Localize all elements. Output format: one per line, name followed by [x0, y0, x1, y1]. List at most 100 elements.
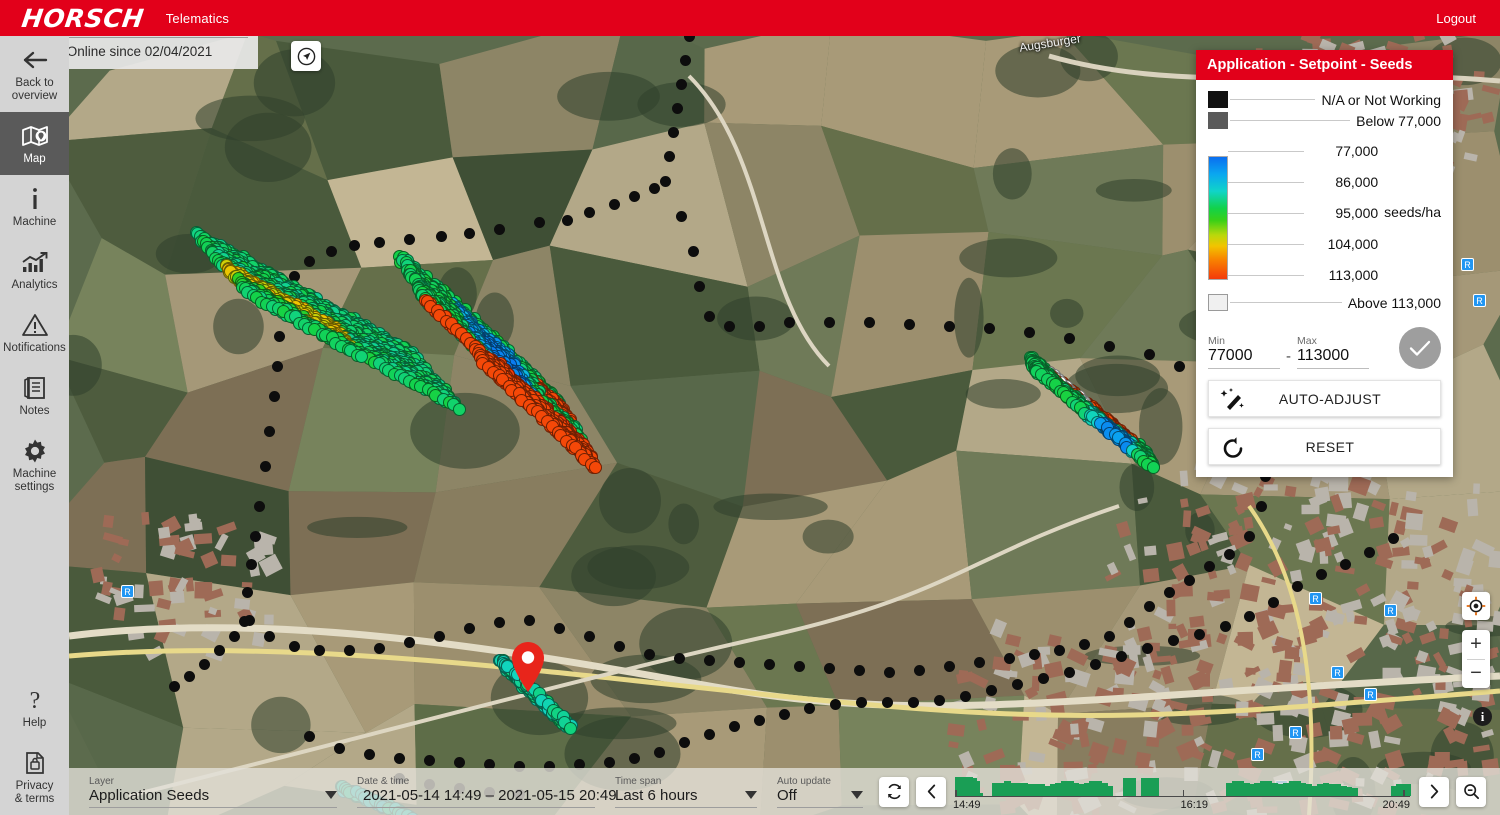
locate-me-button[interactable] — [1462, 592, 1490, 620]
sidebar-label-machine-settings: Machine settings — [12, 468, 57, 493]
sidebar-item-machine-settings[interactable]: Machine settings — [0, 427, 69, 503]
autoupdate-row[interactable]: Off — [777, 787, 863, 804]
min-field[interactable]: Min 77000 — [1208, 335, 1280, 369]
timeline-zoom-out-button[interactable] — [1456, 776, 1486, 807]
max-input[interactable]: 113000 — [1297, 347, 1369, 365]
layer-row[interactable]: Application Seeds — [89, 787, 337, 804]
location-pin-icon[interactable] — [509, 641, 547, 698]
track-point — [1116, 651, 1127, 662]
timespan-row[interactable]: Last 6 hours — [615, 787, 757, 804]
track-point — [264, 426, 275, 437]
track-point — [609, 199, 620, 210]
track-point — [676, 211, 687, 222]
product-name: Telematics — [165, 10, 230, 26]
track-point — [304, 256, 315, 267]
refresh-button[interactable] — [879, 776, 909, 807]
sidebar-navigation: Back to overview Map Machine Analytics N… — [0, 36, 69, 815]
track-point — [554, 623, 565, 634]
map-info-button[interactable]: i — [1473, 707, 1492, 726]
track-point — [804, 703, 815, 714]
datetime-selector[interactable]: Date & time 2021-05-14 14:49 – 2021-05-1… — [357, 775, 617, 808]
sidebar-item-notes[interactable]: Notes — [0, 364, 69, 427]
timeline-bar — [1129, 778, 1136, 796]
track-point — [334, 743, 345, 754]
sidebar-item-notifications[interactable]: Notifications — [0, 301, 69, 364]
sidebar-item-privacy-terms[interactable]: Privacy & terms — [0, 739, 69, 815]
track-point — [654, 747, 665, 758]
track-point — [674, 653, 685, 664]
activity-timeline-chart[interactable]: 14:49 16:19 20:49 — [953, 775, 1412, 811]
track-point — [534, 217, 545, 228]
track-point — [364, 749, 375, 760]
legend-panel: Application - Setpoint - Seeds N/A or No… — [1196, 50, 1453, 477]
track-point — [704, 311, 715, 322]
legend-tick: 86,000 — [1228, 174, 1378, 190]
chevron-down-icon[interactable] — [851, 791, 863, 799]
track-point — [668, 127, 679, 138]
datetime-row[interactable]: 2021-05-14 14:49 – 2021-05-15 20:49 — [357, 787, 617, 804]
layer-selector[interactable]: Layer Application Seeds — [89, 776, 337, 808]
track-point — [1144, 601, 1155, 612]
map-poi-marker[interactable]: R — [1251, 748, 1264, 761]
timespan-underline — [615, 806, 757, 808]
sidebar-item-analytics[interactable]: Analytics — [0, 238, 69, 301]
chevron-down-icon[interactable] — [325, 791, 337, 799]
map-poi-marker[interactable]: R — [1473, 294, 1486, 307]
autoupdate-selector[interactable]: Auto update Off — [777, 776, 863, 808]
track-point — [562, 215, 573, 226]
min-underline — [1208, 368, 1280, 369]
map-poi-marker[interactable]: R — [1331, 666, 1344, 679]
logout-button[interactable]: Logout — [1436, 11, 1476, 26]
timeline-tick — [1403, 789, 1405, 797]
track-point — [242, 587, 253, 598]
track-point — [169, 681, 180, 692]
max-label: Max — [1297, 335, 1317, 347]
sidebar-item-back-to-overview[interactable]: Back to overview — [0, 36, 69, 112]
sidebar-item-map[interactable]: Map — [0, 112, 69, 175]
legend-tick-value: 104,000 — [1327, 236, 1379, 252]
map-poi-marker[interactable]: R — [1309, 592, 1322, 605]
track-point — [454, 757, 465, 768]
timeline-bar — [1350, 788, 1358, 796]
track-point — [250, 531, 261, 542]
map-poi-marker[interactable]: R — [1289, 726, 1302, 739]
timespan-selector[interactable]: Time span Last 6 hours — [615, 776, 757, 808]
sidebar-item-help[interactable]: ? Help — [0, 676, 69, 739]
chevron-down-icon[interactable] — [745, 791, 757, 799]
warning-icon — [2, 312, 67, 338]
sidebar-item-machine[interactable]: Machine — [0, 175, 69, 238]
timeline-next-button[interactable] — [1419, 776, 1449, 807]
track-point — [1194, 629, 1205, 640]
horsch-logo: HORSCH — [19, 3, 146, 33]
min-input[interactable]: 77000 — [1208, 347, 1280, 365]
map-poi-marker[interactable]: R — [121, 585, 134, 598]
max-field[interactable]: Max 113000 — [1297, 335, 1369, 369]
chevron-right-icon — [1430, 784, 1438, 799]
map-poi-marker[interactable]: R — [1461, 258, 1474, 271]
track-point — [239, 616, 250, 627]
apply-button[interactable] — [1399, 327, 1441, 369]
sidebar-label-help: Help — [22, 717, 47, 729]
track-point — [629, 191, 640, 202]
arrow-left-icon — [2, 47, 67, 73]
map-poi-marker[interactable]: R — [1364, 688, 1377, 701]
gps-locate-button[interactable] — [291, 41, 321, 71]
datetime-label: Date & time — [357, 775, 410, 787]
sidebar-label-notes: Notes — [19, 405, 50, 417]
map-poi-marker[interactable]: R — [1384, 604, 1397, 617]
track-point — [986, 685, 997, 696]
track-point — [779, 709, 790, 720]
sidebar-label-notifications: Notifications — [3, 342, 66, 354]
zoom-out-button[interactable]: − — [1462, 660, 1490, 688]
track-point — [680, 55, 691, 66]
auto-adjust-button[interactable]: AUTO-ADJUST — [1208, 380, 1441, 417]
track-point — [764, 659, 775, 670]
track-point — [404, 637, 415, 648]
track-point — [264, 631, 275, 642]
privacy-icon — [2, 750, 67, 776]
zoom-in-button[interactable]: + — [1462, 631, 1490, 659]
reset-button[interactable]: RESET — [1208, 428, 1441, 465]
min-max-controls: Min 77000 - Max 113000 — [1208, 327, 1441, 369]
timeline-prev-button[interactable] — [916, 776, 946, 807]
info-icon — [2, 186, 67, 212]
